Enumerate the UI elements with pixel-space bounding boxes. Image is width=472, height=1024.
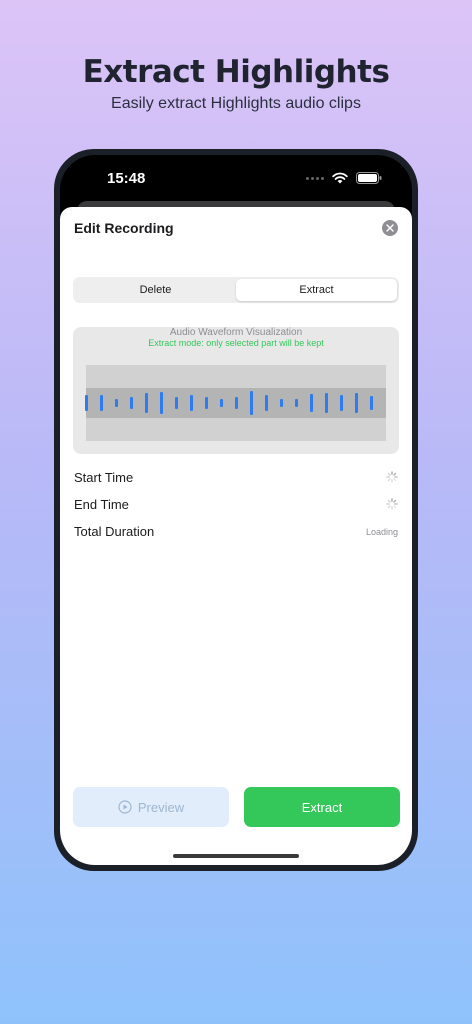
promo-title: Extract Highlights xyxy=(82,54,390,90)
waveform-bar xyxy=(130,396,133,410)
segment-delete[interactable]: Delete xyxy=(75,279,236,301)
waveform-bar xyxy=(280,398,283,408)
segment-extract[interactable]: Extract xyxy=(236,279,397,301)
waveform-bar xyxy=(115,398,118,408)
waveform-bar xyxy=(205,397,208,409)
waveform-bar xyxy=(100,395,103,411)
waveform-bar xyxy=(85,394,88,412)
close-button[interactable] xyxy=(382,220,398,236)
waveform-bar xyxy=(160,391,163,415)
waveform-bar xyxy=(355,393,358,413)
waveform-bar xyxy=(250,391,253,415)
waveform-bar xyxy=(235,396,238,410)
waveform-bar xyxy=(370,396,373,410)
waveform-bar xyxy=(220,398,223,408)
waveform-bar xyxy=(190,395,193,411)
home-indicator xyxy=(173,854,299,858)
waveform-bar xyxy=(340,395,343,411)
waveform-track[interactable] xyxy=(85,365,386,441)
end-time-loading-icon xyxy=(386,498,398,510)
end-time-label: End Time xyxy=(74,497,129,512)
edit-recording-sheet: Edit Recording Delete Extract Audio Wave… xyxy=(60,207,412,865)
wifi-icon xyxy=(332,172,348,184)
waveform-bar xyxy=(325,393,328,413)
preview-button[interactable]: Preview xyxy=(73,787,229,827)
status-icons xyxy=(306,172,382,184)
mode-segmented-control: Delete Extract xyxy=(73,277,399,303)
preview-button-label: Preview xyxy=(137,799,185,815)
waveform-bar xyxy=(145,393,148,413)
waveform-mode-hint: Extract mode: only selected part will be… xyxy=(148,338,324,348)
phone-screen: 15:48 Edit Recording Delete Extract Audi… xyxy=(60,155,412,865)
extract-button[interactable]: Extract xyxy=(244,787,400,827)
status-time: 15:48 xyxy=(107,170,146,187)
play-circle-icon xyxy=(118,800,132,814)
battery-icon xyxy=(356,172,382,184)
waveform-bar xyxy=(310,393,313,413)
promo-subtitle: Easily extract Highlights audio clips xyxy=(111,95,361,112)
start-time-loading-icon xyxy=(386,471,398,483)
waveform-panel: Audio Waveform Visualization Extract mod… xyxy=(73,327,399,454)
cellular-dots-icon xyxy=(306,176,324,180)
waveform-title: Audio Waveform Visualization xyxy=(169,327,303,338)
waveform-bar xyxy=(295,398,298,408)
close-icon xyxy=(386,224,394,232)
waveform-bar xyxy=(175,396,178,410)
waveform-bar xyxy=(265,395,268,411)
phone-frame: 15:48 Edit Recording Delete Extract Audi… xyxy=(54,149,418,871)
extract-button-label: Extract xyxy=(301,799,343,815)
sheet-title: Edit Recording xyxy=(74,220,174,236)
waveform-selected-region[interactable] xyxy=(85,388,386,418)
total-duration-value: Loading xyxy=(365,527,398,537)
start-time-label: Start Time xyxy=(74,470,134,485)
total-duration-label: Total Duration xyxy=(74,524,155,539)
